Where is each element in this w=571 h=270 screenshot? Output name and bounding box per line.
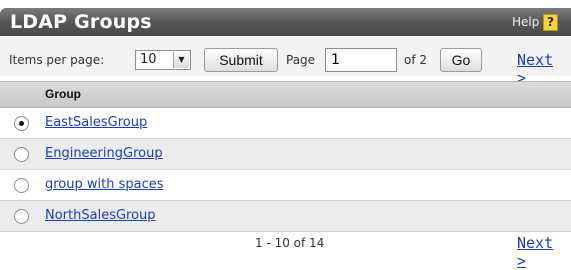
group-radio[interactable] — [14, 209, 29, 224]
items-per-page-select[interactable]: 10 ▼ — [135, 50, 191, 70]
table-header: Group — [0, 81, 571, 108]
help-link[interactable]: Help — [512, 15, 539, 29]
group-radio[interactable] — [14, 147, 29, 162]
chevron-down-icon[interactable]: ▼ — [173, 52, 189, 68]
help-icon[interactable]: ? — [543, 14, 558, 31]
group-link[interactable]: group with spaces — [45, 177, 164, 192]
group-link[interactable]: EngineeringGroup — [45, 146, 163, 161]
panel-titlebar: LDAP Groups Help ? — [0, 8, 571, 36]
items-per-page-label: Items per page: — [9, 53, 105, 67]
group-radio[interactable] — [14, 116, 29, 131]
pagination-toolbar: Items per page: 10 ▼ Submit Page of 2 Go… — [0, 36, 571, 87]
group-link[interactable]: NorthSalesGroup — [45, 208, 156, 223]
column-header-group[interactable]: Group — [45, 87, 81, 101]
next-page-link-bottom[interactable]: Next > — [517, 234, 571, 270]
items-per-page-value: 10 — [140, 52, 157, 67]
panel-title: LDAP Groups — [10, 11, 152, 33]
table-row[interactable]: EastSalesGroup — [0, 108, 571, 139]
group-radio[interactable] — [14, 178, 29, 193]
table-row[interactable]: group with spaces — [0, 170, 571, 201]
go-button[interactable]: Go — [440, 48, 482, 72]
page-label: Page — [286, 53, 316, 67]
table-row[interactable]: EngineeringGroup — [0, 139, 571, 170]
group-link[interactable]: EastSalesGroup — [45, 115, 147, 130]
table-row[interactable]: NorthSalesGroup — [0, 201, 571, 232]
submit-button[interactable]: Submit — [204, 48, 278, 72]
pagination-range: 1 - 10 of 14 — [255, 236, 325, 250]
page-number-input[interactable] — [325, 48, 397, 72]
page-count-label: of 2 — [404, 53, 428, 67]
